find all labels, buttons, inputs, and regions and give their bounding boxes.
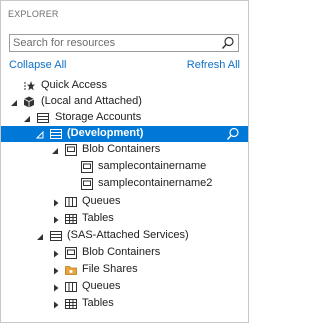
caret-collapsed-icon[interactable] (52, 266, 60, 275)
tree-item-label: (Local and Attached) (41, 95, 142, 107)
search-box[interactable] (9, 34, 239, 52)
blob-containers-icon (65, 144, 77, 156)
search-icon[interactable] (221, 36, 235, 50)
tree-item-label: samplecontainername (98, 160, 207, 172)
search-input[interactable] (13, 36, 213, 50)
tree-item-file-shares[interactable]: File Shares (1, 262, 248, 278)
tree-item-local-and-attached[interactable]: (Local and Attached) (1, 94, 248, 110)
caret-expanded-icon[interactable] (10, 98, 18, 106)
storage-account-icon (50, 128, 62, 140)
pin-star-icon (23, 80, 35, 92)
explorer-panel: EXPLORER Collapse All Refresh All Quick … (0, 0, 249, 323)
tree-item-label: Blob Containers (82, 246, 161, 258)
storage-accounts-icon (37, 112, 49, 124)
search-icon[interactable] (226, 127, 240, 141)
tree-item-dev-blob-containers[interactable]: Blob Containers (1, 142, 248, 158)
cube-icon (23, 96, 35, 108)
tree-item-sas-blob-containers[interactable]: Blob Containers (1, 245, 248, 261)
caret-collapsed-icon[interactable] (52, 198, 60, 207)
tree-item-label: Queues (82, 195, 121, 207)
caret-expanded-icon[interactable] (35, 130, 44, 139)
caret-collapsed-icon[interactable] (52, 300, 60, 309)
tree-item-development[interactable]: (Development) (1, 126, 248, 142)
caret-collapsed-icon[interactable] (52, 249, 60, 258)
caret-collapsed-icon[interactable] (52, 215, 60, 224)
tree-item-storage-accounts[interactable]: Storage Accounts (1, 110, 248, 126)
tree-item-sas-queues[interactable]: Queues (1, 279, 248, 295)
tree-item-container[interactable]: samplecontainername2 (1, 176, 248, 192)
tree-item-label: Storage Accounts (55, 111, 142, 123)
collapse-all-link[interactable]: Collapse All (9, 59, 66, 71)
panel-title: EXPLORER (8, 9, 59, 19)
queues-icon (65, 281, 77, 293)
tree-item-label: File Shares (82, 263, 138, 275)
tree-item-sas-attached-services[interactable]: (SAS-Attached Services) (1, 228, 248, 244)
tree-item-dev-queues[interactable]: Queues (1, 194, 248, 210)
tables-icon (65, 213, 77, 225)
caret-collapsed-icon[interactable] (52, 283, 60, 292)
refresh-all-link[interactable]: Refresh All (187, 59, 240, 71)
file-shares-folder-icon (65, 264, 77, 276)
tree-item-sas-tables[interactable]: Tables (1, 296, 248, 312)
tree-item-label: Tables (82, 212, 114, 224)
blob-containers-icon (65, 247, 77, 259)
caret-expanded-icon[interactable] (23, 114, 31, 122)
caret-expanded-icon[interactable] (36, 232, 44, 240)
tree-item-quick-access[interactable]: Quick Access (1, 78, 248, 94)
tree-item-label: (SAS-Attached Services) (67, 229, 189, 241)
tree-item-label: Quick Access (41, 79, 108, 91)
tables-icon (65, 298, 77, 310)
blob-container-icon (81, 178, 93, 190)
tree-item-dev-tables[interactable]: Tables (1, 211, 248, 227)
tree-item-container[interactable]: samplecontainername (1, 159, 248, 175)
tree-item-label: Blob Containers (82, 143, 161, 155)
tree-item-label: (Development) (67, 127, 144, 139)
tree-item-label: samplecontainername2 (98, 177, 213, 189)
blob-container-icon (81, 161, 93, 173)
tree-item-label: Queues (82, 280, 121, 292)
storage-account-icon (50, 230, 62, 242)
tree-item-label: Tables (82, 297, 114, 309)
queues-icon (65, 196, 77, 208)
caret-expanded-icon[interactable] (51, 146, 59, 154)
